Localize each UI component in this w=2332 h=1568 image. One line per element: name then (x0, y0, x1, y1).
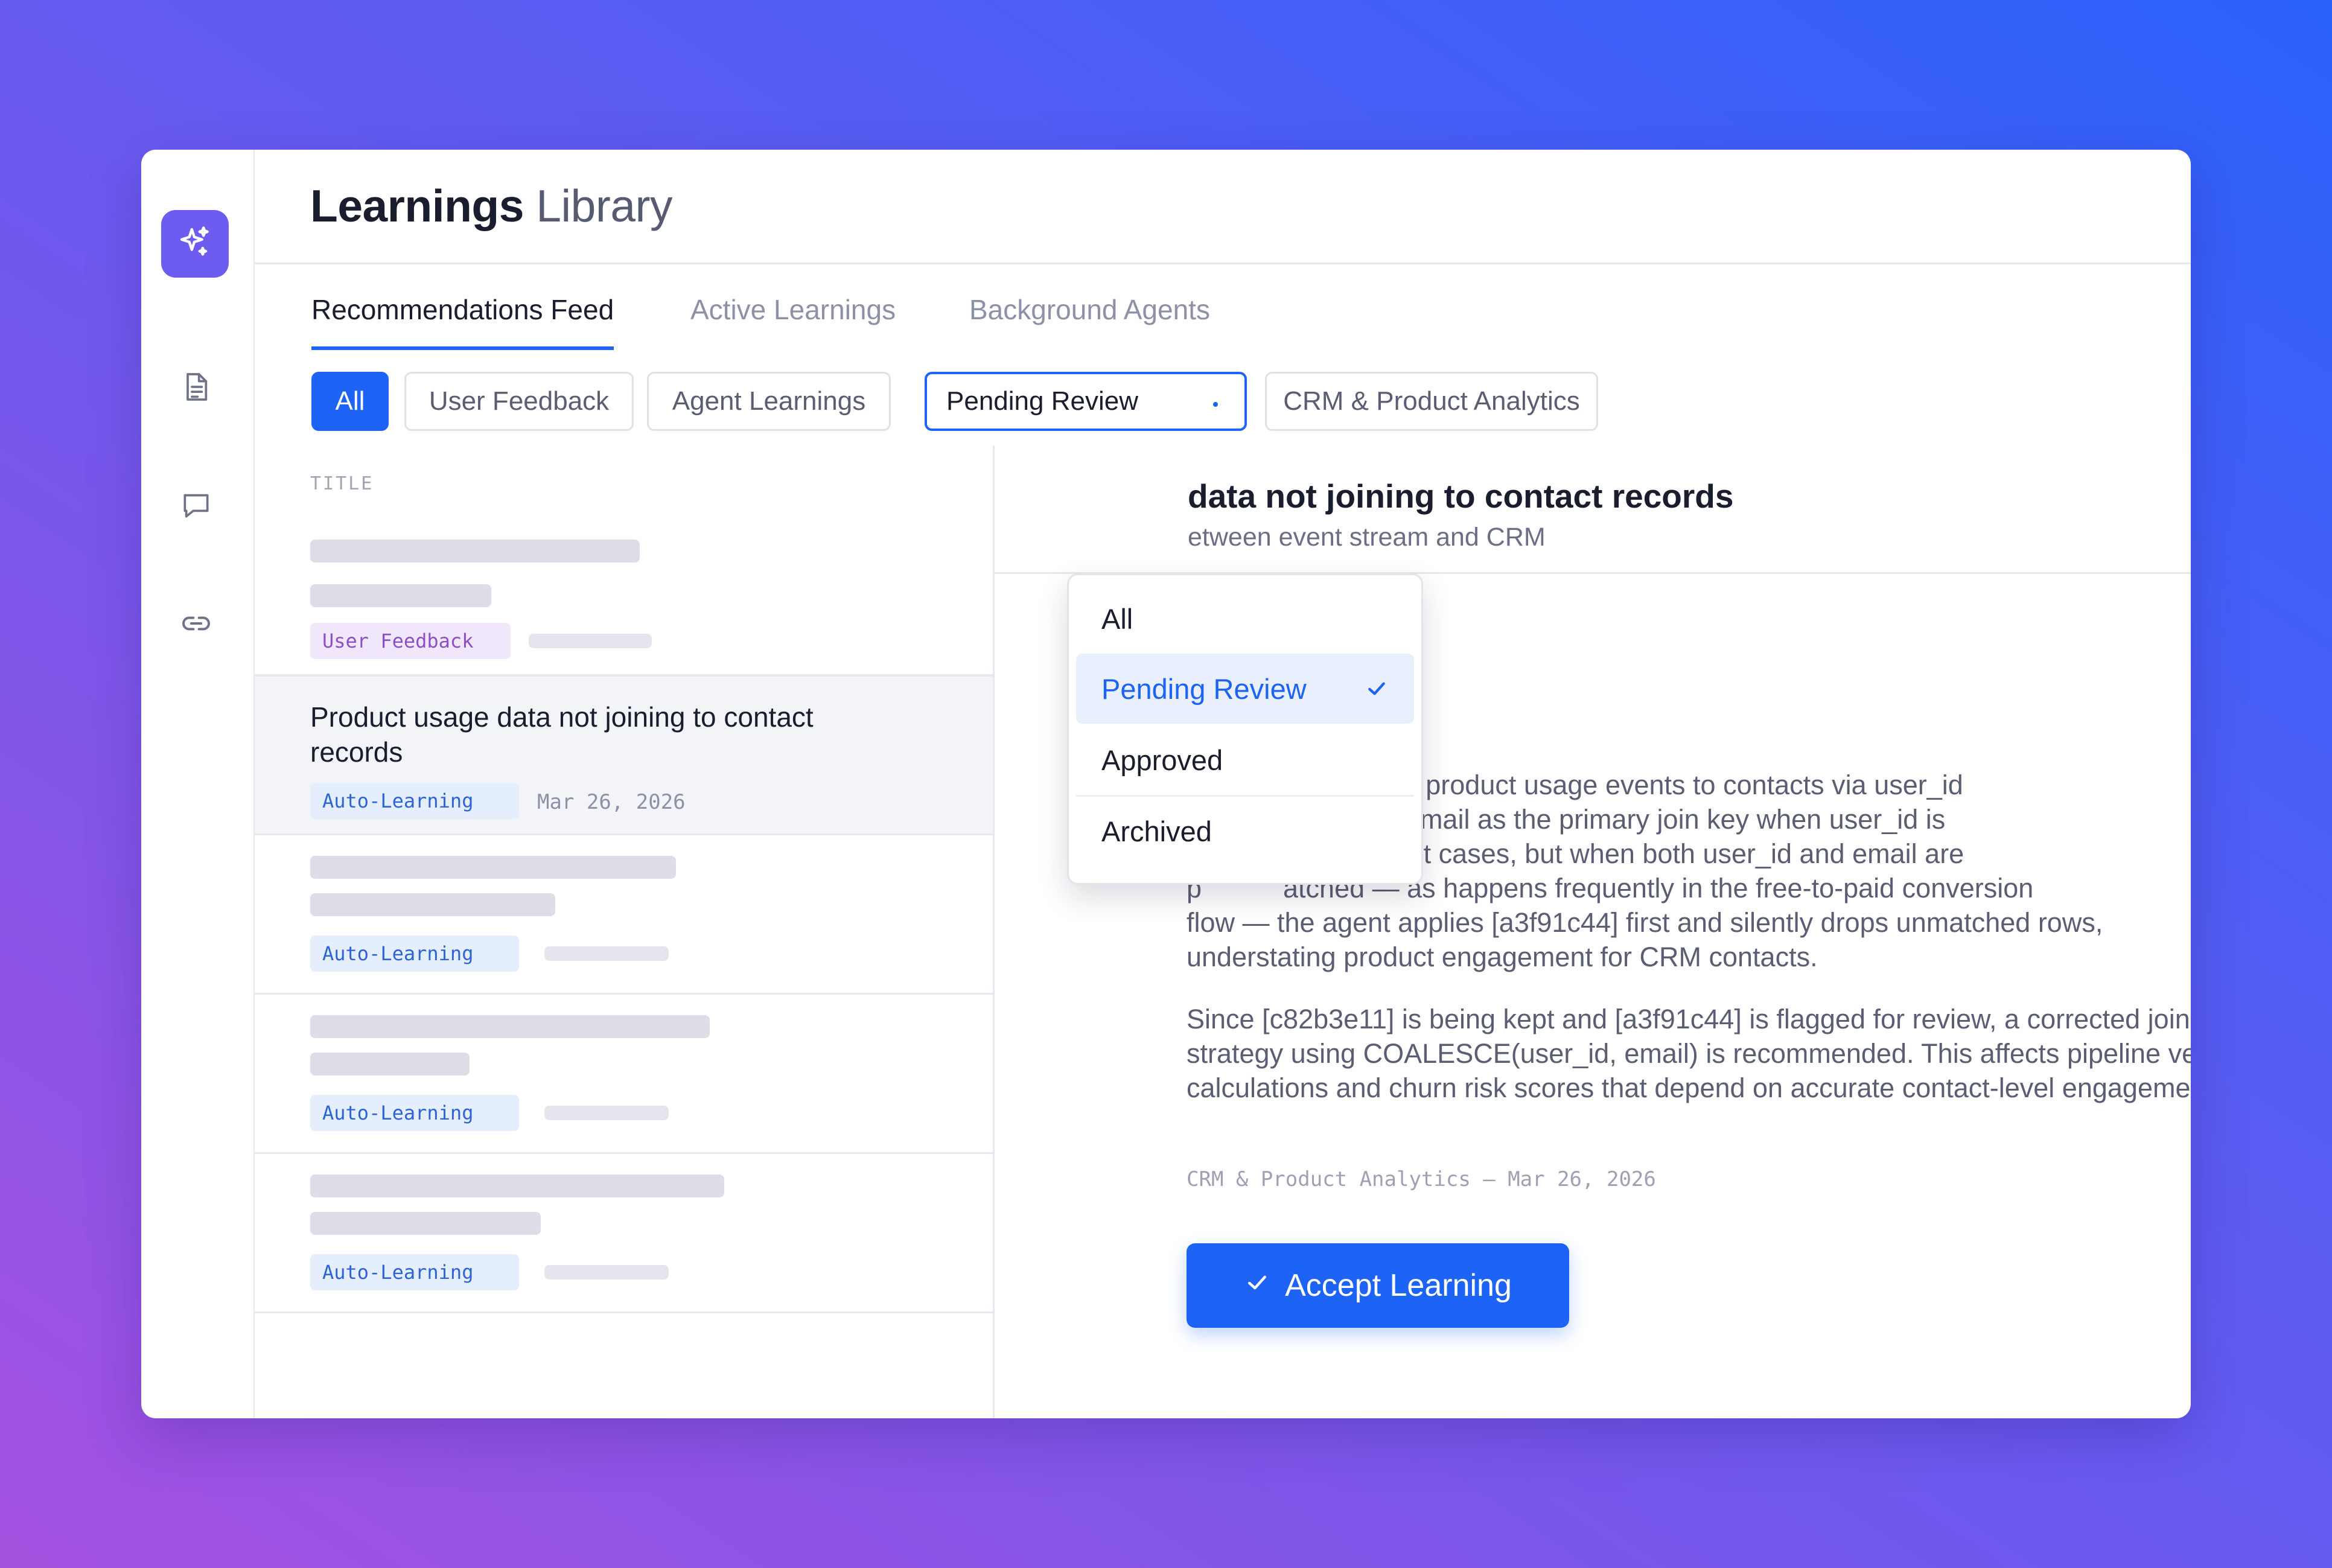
skeleton-line (544, 1106, 669, 1120)
page-title-light: Library (536, 180, 673, 231)
page-title: Learnings Library (310, 180, 673, 232)
tab-recommendations-feed[interactable]: Recommendations Feed (311, 290, 614, 350)
paragraph-line: understating product engagement for CRM … (1187, 942, 1818, 972)
dropdown-option-pending-review[interactable]: Pending Review (1076, 654, 1414, 724)
list-item[interactable]: Auto-Learning (255, 995, 993, 1154)
skeleton-line (544, 1265, 669, 1280)
dropdown-option-approved[interactable]: Approved (1076, 725, 1414, 795)
chat-icon[interactable] (179, 488, 214, 523)
skeleton-line (310, 893, 555, 916)
page-title-bold: Learnings (310, 180, 524, 231)
document-icon[interactable] (179, 369, 214, 404)
detail-meta: CRM & Product Analytics — Mar 26, 2026 (1187, 1167, 1656, 1191)
sidebar-rail (141, 150, 255, 1418)
accept-learning-label: Accept Learning (1285, 1268, 1512, 1303)
filter-user-feedback-button[interactable]: User Feedback (404, 372, 634, 431)
tab-background-agents[interactable]: Background Agents (969, 290, 1210, 348)
status-select[interactable]: Pending Review (925, 372, 1247, 431)
list-item[interactable]: Auto-Learning (255, 1154, 993, 1313)
paragraph-line: flow — the agent applies [a3f91c44] firs… (1187, 907, 2103, 938)
skeleton-line (310, 856, 676, 879)
filter-domain-button[interactable]: CRM & Product Analytics (1265, 372, 1598, 431)
dropdown-option-all[interactable]: All (1076, 584, 1414, 654)
check-icon (1244, 1267, 1270, 1304)
app-window: Learnings Library Recommendations Feed A… (141, 150, 2191, 1418)
source-badge: Auto-Learning (310, 1095, 519, 1131)
accept-learning-button[interactable]: Accept Learning (1187, 1243, 1569, 1328)
detail-paragraph-2: Since [c82b3e11] is being kept and [a3f9… (1187, 1004, 2191, 1103)
check-icon (1368, 682, 1385, 695)
tab-active-learnings[interactable]: Active Learnings (690, 290, 896, 348)
status-dropdown-menu: All Pending Review Approved Archived (1067, 573, 1423, 885)
list-item-selected[interactable]: Product usage data not joining to contac… (255, 675, 993, 835)
list-item[interactable]: User Feedback (255, 506, 993, 676)
skeleton-line (310, 1015, 710, 1038)
dropdown-option-archived[interactable]: Archived (1076, 796, 1414, 866)
sparkles-icon (176, 224, 214, 264)
select-indicator-icon (1213, 402, 1218, 407)
source-badge: Auto-Learning (310, 783, 519, 819)
filter-all-button[interactable]: All (311, 372, 389, 431)
source-badge: Auto-Learning (310, 935, 519, 972)
row-date: Mar 26, 2026 (537, 790, 686, 814)
skeleton-line (310, 584, 491, 607)
skeleton-line (544, 946, 669, 961)
learnings-list: TITLE User Feedback Product usage data n… (255, 445, 995, 1418)
row-title: Product usage data not joining to contac… (310, 701, 814, 768)
option-label: Pending Review (1101, 672, 1307, 705)
link-icon[interactable] (179, 606, 214, 641)
skeleton-line (310, 540, 640, 563)
app-logo[interactable] (161, 210, 229, 278)
skeleton-line (529, 634, 652, 648)
skeleton-line (310, 1174, 724, 1197)
detail-subtitle: etween event stream and CRM (1188, 523, 1546, 552)
page-header: Learnings Library (255, 150, 2191, 264)
filter-agent-learnings-button[interactable]: Agent Learnings (647, 372, 891, 431)
source-badge: Auto-Learning (310, 1254, 519, 1290)
detail-title: data not joining to contact records (1188, 477, 1734, 515)
source-badge: User Feedback (310, 623, 511, 659)
list-item[interactable]: Auto-Learning (255, 835, 993, 995)
skeleton-line (310, 1212, 541, 1235)
skeleton-line (310, 1053, 470, 1076)
status-select-value: Pending Review (946, 386, 1138, 416)
column-header-title: TITLE (310, 473, 374, 494)
